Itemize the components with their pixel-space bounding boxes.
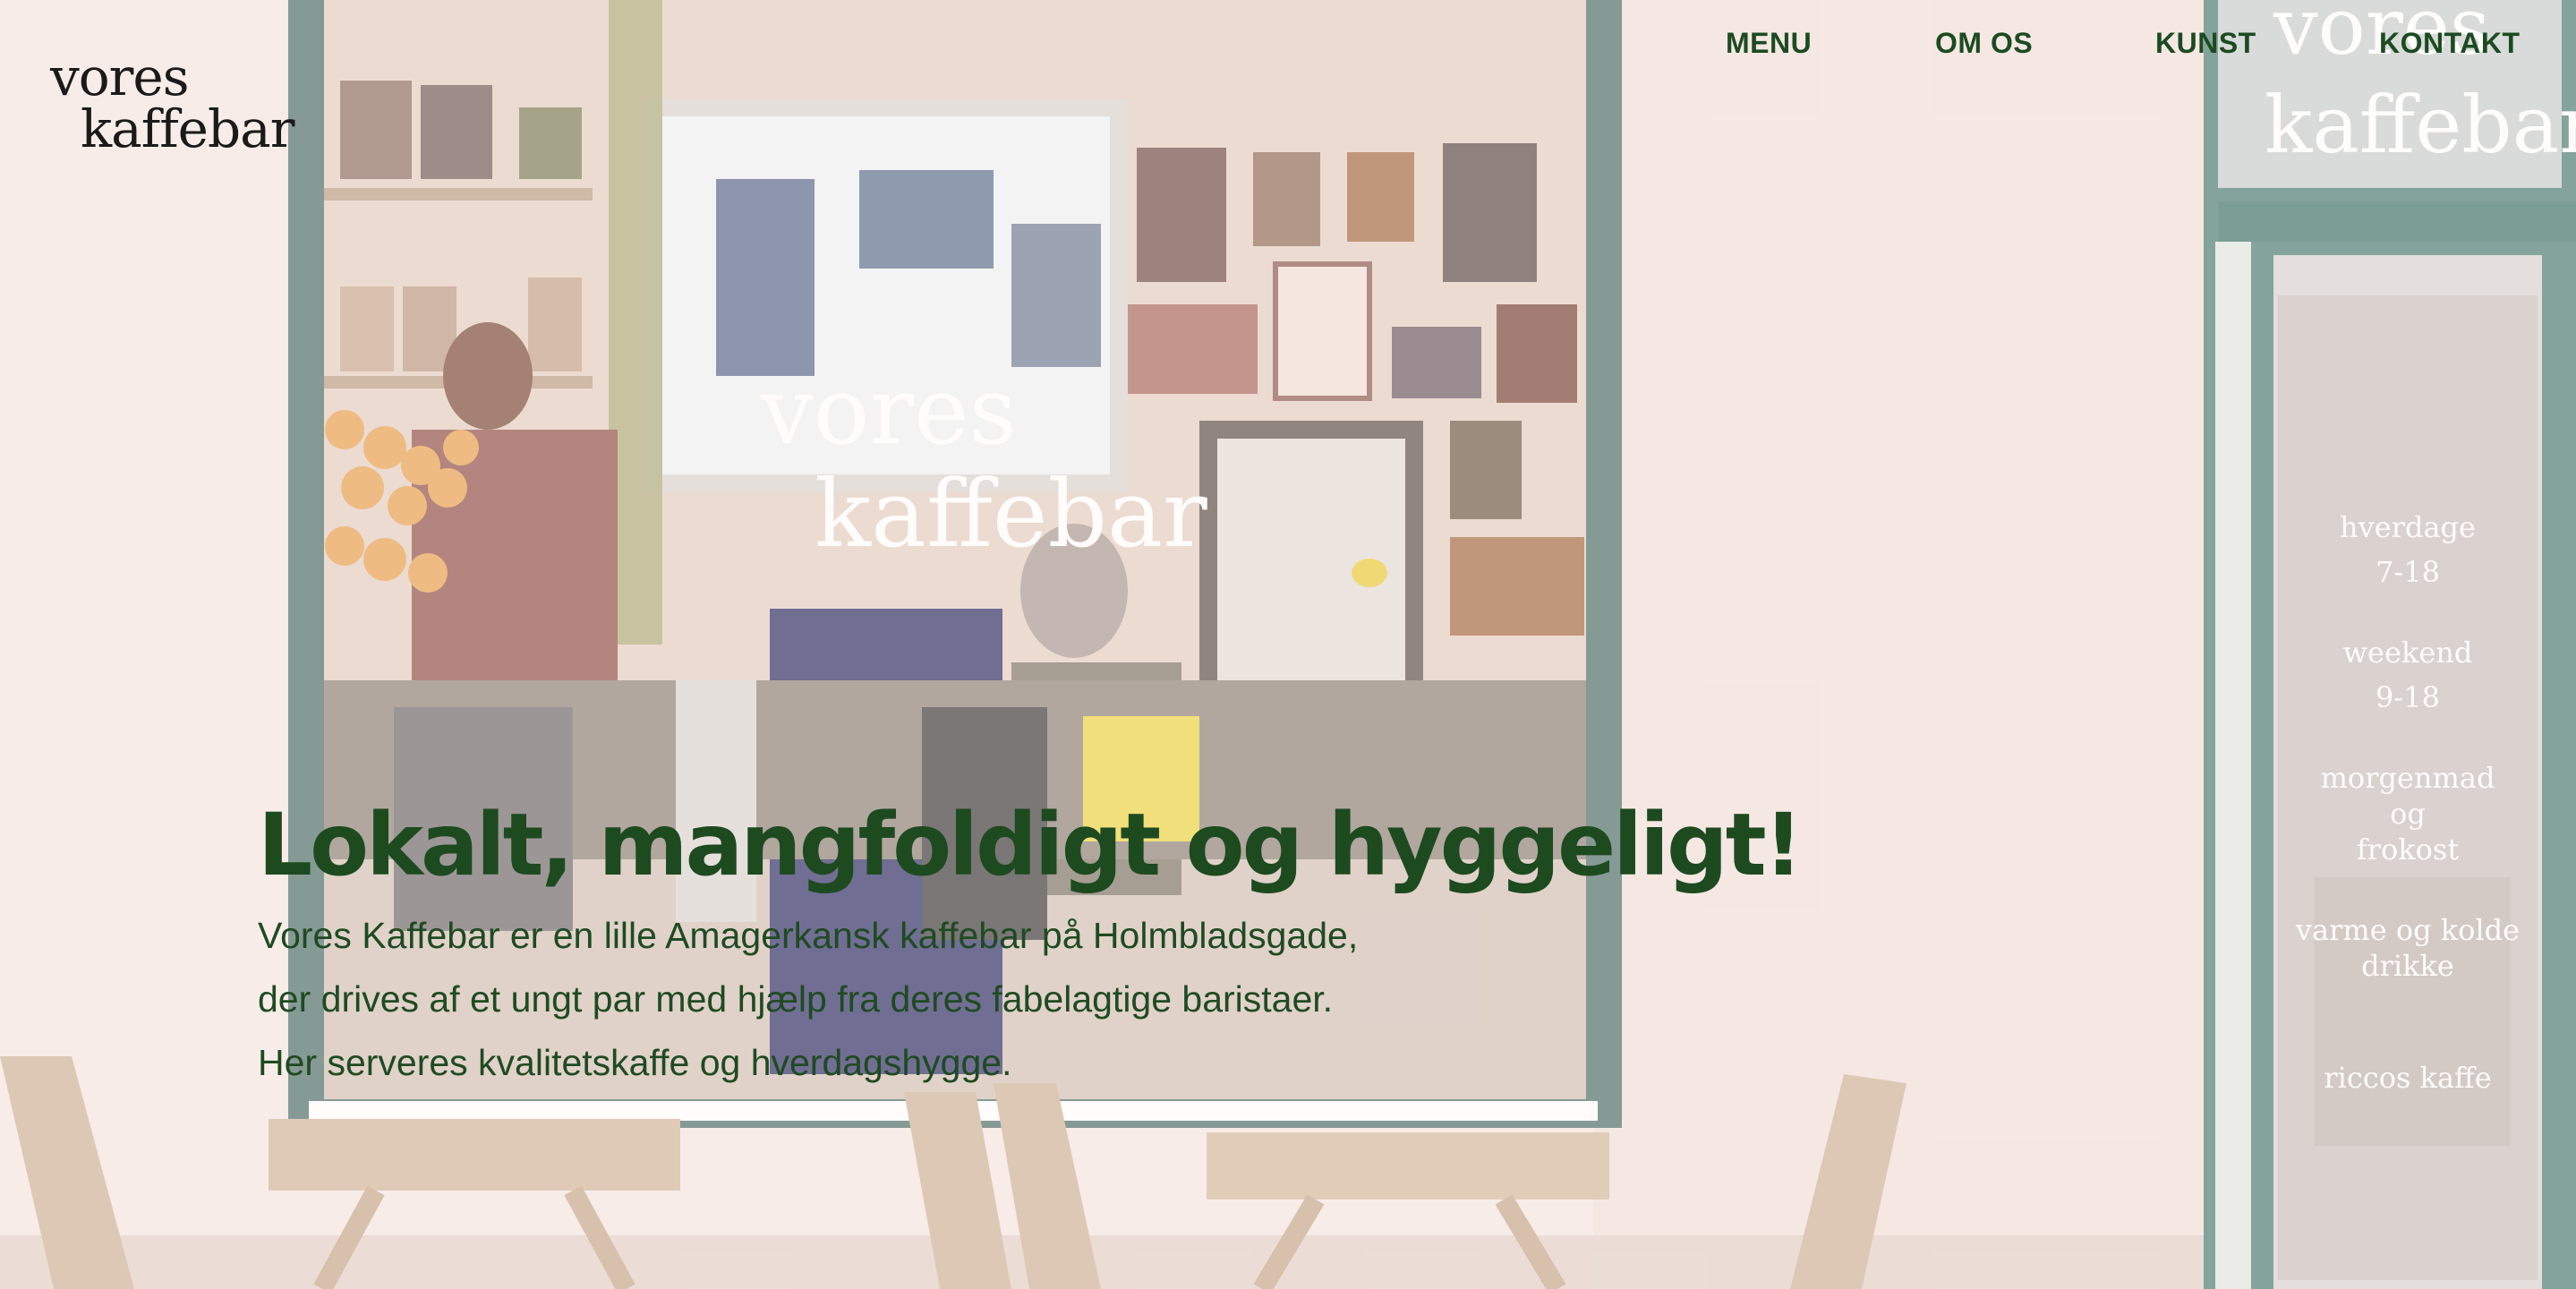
hero-headline: Lokalt, mangfoldigt og hyggeligt! xyxy=(258,795,1803,895)
hero-description-line: Vores Kaffebar er en lille Amagerkansk k… xyxy=(258,915,1359,956)
logo-line-2: kaffebar xyxy=(81,98,294,159)
hero-description: Vores Kaffebar er en lille Amagerkansk k… xyxy=(258,904,1358,1095)
hero: vores kaffebar vores kaffebar hverdage 7… xyxy=(0,0,2576,1289)
nav-menu[interactable]: MENU xyxy=(1726,27,1812,60)
hero-overlay xyxy=(0,0,2576,1289)
site-logo[interactable]: vores kaffebar xyxy=(50,47,319,163)
main-nav: MENU OM OS KUNST KONTAKT xyxy=(1726,27,2520,72)
nav-kontakt[interactable]: KONTAKT xyxy=(2379,27,2521,60)
hero-description-line: der drives af et ungt par med hjælp fra … xyxy=(258,978,1334,1020)
hero-description-line: Her serveres kvalitetskaffe og hverdagsh… xyxy=(258,1042,1012,1083)
nav-om-os[interactable]: OM OS xyxy=(1935,27,2033,60)
nav-kunst[interactable]: KUNST xyxy=(2155,27,2256,60)
